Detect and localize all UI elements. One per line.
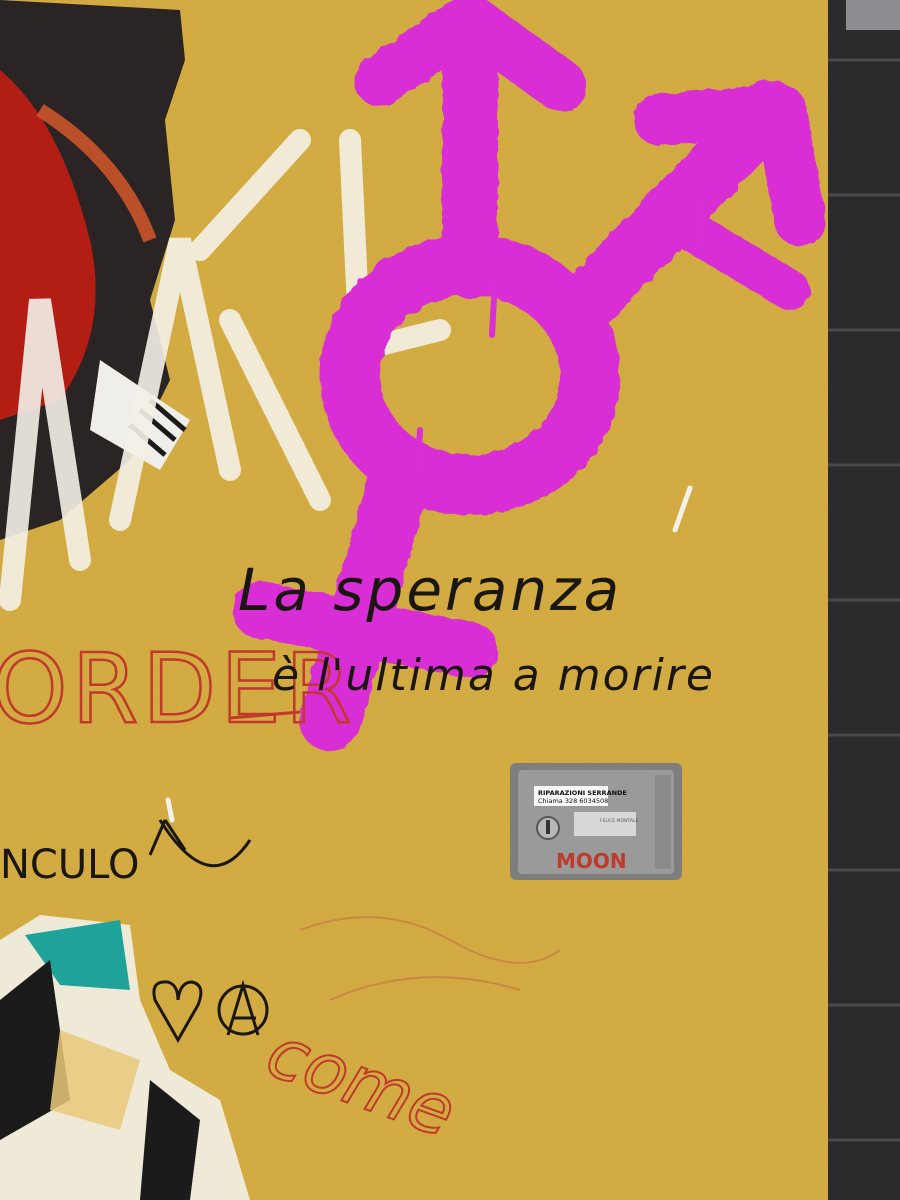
shutter-key-box: RIPARAZIONI SERRANDE Chiama 328 6034508 … bbox=[510, 763, 682, 880]
slogan-line-1: La speranza bbox=[238, 556, 622, 624]
small-label-text: FELICE MONTALE bbox=[600, 818, 638, 824]
metal-shutter bbox=[828, 0, 900, 1200]
small-label bbox=[574, 812, 636, 836]
black-tag-nculo: NCULO bbox=[0, 842, 139, 888]
scene-svg: ORDER La speranza è l'ultima a morire NC… bbox=[0, 0, 900, 1200]
sticker-line-2: Chiama 328 6034508 bbox=[538, 797, 608, 805]
sticker-line-1: RIPARAZIONI SERRANDE bbox=[538, 789, 627, 797]
slogan-line-2: è l'ultima a morire bbox=[272, 650, 715, 701]
photo-scene: ORDER La speranza è l'ultima a morire NC… bbox=[0, 0, 900, 1200]
moon-tag: MOON bbox=[556, 849, 627, 873]
